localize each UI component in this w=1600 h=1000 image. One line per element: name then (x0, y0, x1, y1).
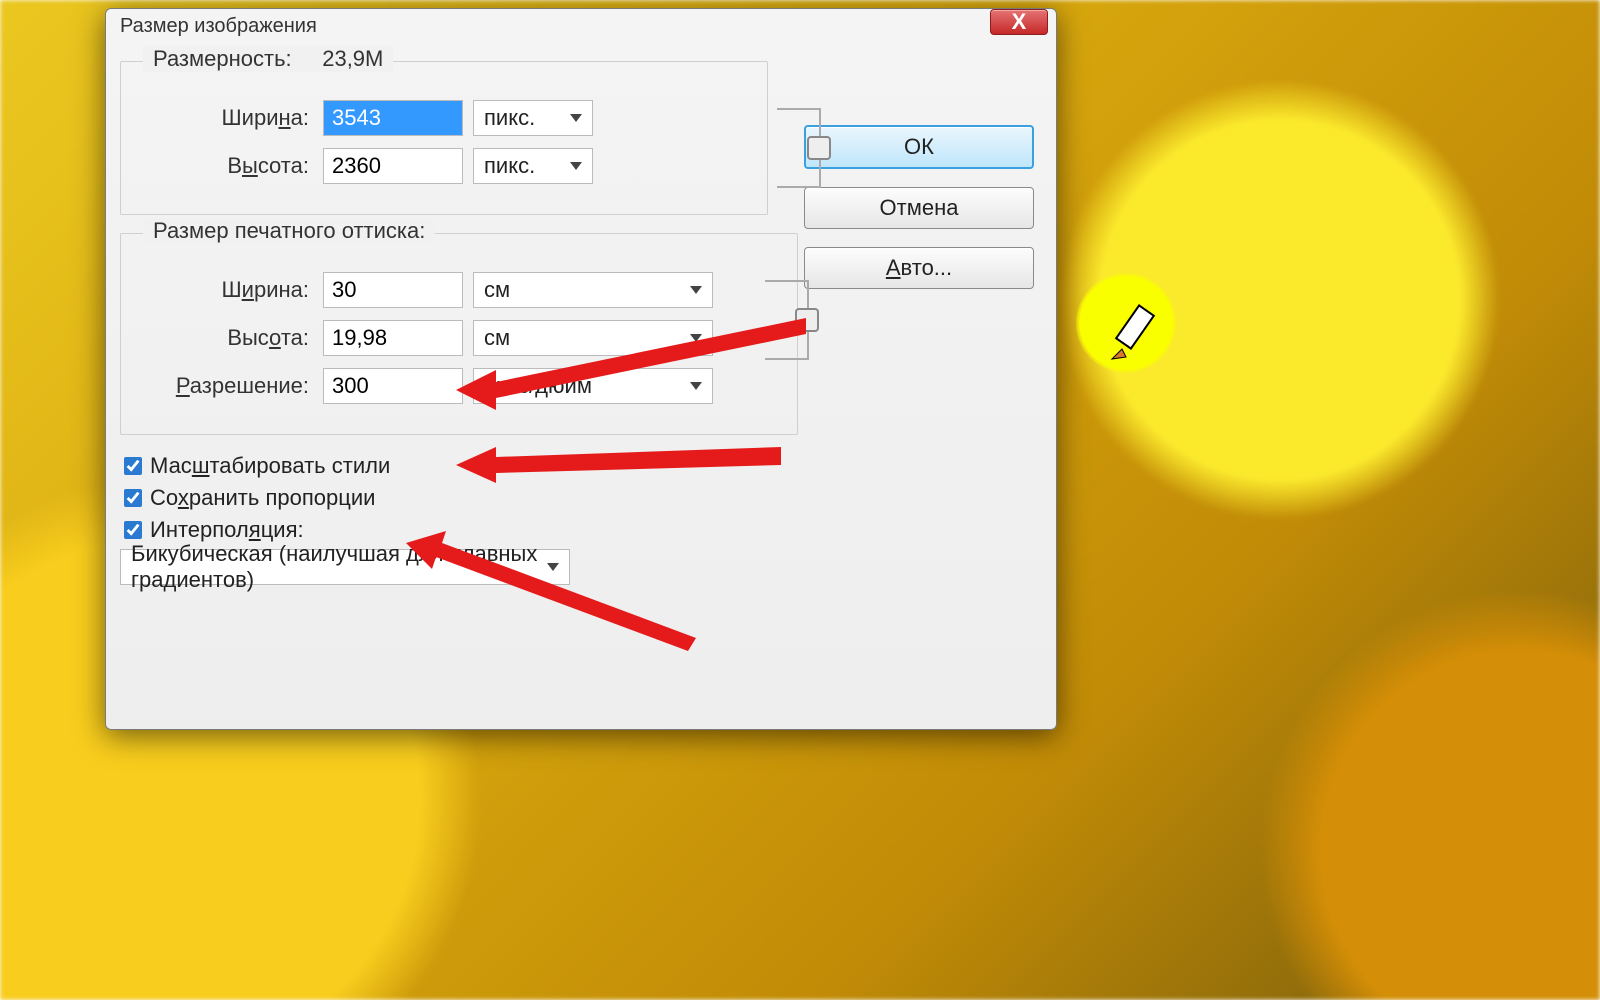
cancel-label: Отмена (880, 195, 959, 221)
constrain-label: Сохранить пропорции (150, 485, 375, 511)
titlebar[interactable]: Размер изображения X (106, 9, 1056, 43)
constrain-input[interactable] (124, 489, 142, 507)
options: Масштабировать стили Сохранить пропорции… (120, 453, 1042, 543)
chain-icon (795, 308, 819, 332)
ok-button[interactable]: ОК (804, 125, 1034, 169)
close-button[interactable]: X (990, 9, 1048, 35)
pixel-dimensions-group: Размерность: 23,9M Ширина: пикс. Высота:… (120, 61, 768, 215)
chevron-down-icon (547, 563, 559, 571)
doc-width-unit: см (484, 277, 510, 303)
constrain-link-icon (777, 108, 821, 188)
document-size-legend: Размер печатного оттиска: (143, 218, 435, 244)
scale-styles-label: Масштабировать стили (150, 453, 390, 479)
doc-width-input[interactable] (323, 272, 463, 308)
image-size-dialog: Размер изображения X ОК Отмена Авто... Р… (105, 8, 1057, 730)
resample-checkbox[interactable]: Интерполяция: (120, 517, 1042, 543)
scale-styles-input[interactable] (124, 457, 142, 475)
auto-button[interactable]: Авто... (804, 247, 1034, 289)
resolution-unit-select[interactable]: пикс/дюйм (473, 368, 713, 404)
scale-styles-checkbox[interactable]: Масштабировать стили (120, 453, 1042, 479)
resample-label: Интерполяция: (150, 517, 304, 543)
constrain-proportions-checkbox[interactable]: Сохранить пропорции (120, 485, 1042, 511)
doc-width-unit-select[interactable]: см (473, 272, 713, 308)
dialog-title: Размер изображения (114, 15, 990, 38)
dialog-buttons: ОК Отмена Авто... (804, 125, 1034, 289)
chevron-down-icon (570, 114, 582, 122)
chevron-down-icon (690, 334, 702, 342)
chevron-down-icon (690, 286, 702, 294)
ok-label: ОК (904, 134, 934, 160)
resolution-label: Разрешение: (139, 373, 323, 399)
pixel-width-unit-select[interactable]: пикс. (473, 100, 593, 136)
doc-height-unit: см (484, 325, 510, 351)
resolution-input[interactable] (323, 368, 463, 404)
resample-method-select[interactable]: Бикубическая (наилучшая для плавных град… (120, 549, 570, 585)
doc-height-input[interactable] (323, 320, 463, 356)
cancel-button[interactable]: Отмена (804, 187, 1034, 229)
resample-method-value: Бикубическая (наилучшая для плавных град… (131, 541, 559, 593)
pixel-width-label: Ширина: (139, 105, 323, 131)
legend-prefix: Размерность: (153, 46, 292, 71)
pixel-height-unit-select[interactable]: пикс. (473, 148, 593, 184)
resample-input[interactable] (124, 521, 142, 539)
constrain-link-icon (765, 280, 809, 360)
chevron-down-icon (690, 382, 702, 390)
pixel-width-unit: пикс. (484, 105, 535, 131)
doc-width-label: Ширина: (139, 277, 323, 303)
document-size-group: Размер печатного оттиска: Ширина: см Выс… (120, 233, 798, 435)
pixel-width-input[interactable] (323, 100, 463, 136)
doc-height-unit-select[interactable]: см (473, 320, 713, 356)
doc-height-label: Высота: (139, 325, 323, 351)
legend-value: 23,9M (322, 46, 383, 71)
chevron-down-icon (570, 162, 582, 170)
resolution-unit: пикс/дюйм (484, 373, 592, 399)
pixel-height-label: Высота: (139, 153, 323, 179)
auto-label: Авто... (886, 255, 952, 281)
chain-icon (807, 136, 831, 160)
pixel-height-input[interactable] (323, 148, 463, 184)
pixel-height-unit: пикс. (484, 153, 535, 179)
pixel-dimensions-legend: Размерность: 23,9M (143, 46, 393, 72)
close-icon: X (1012, 9, 1027, 35)
